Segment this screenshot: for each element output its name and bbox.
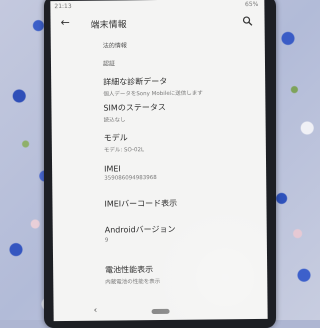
app-bar: ← 端末情報	[50, 11, 264, 35]
nav-back-icon[interactable]: ‹	[94, 306, 98, 316]
page-title: 端末情報	[90, 20, 127, 31]
row-subtitle: 9	[104, 237, 109, 244]
row-title: IMEI	[104, 164, 121, 174]
list-item[interactable]: 法的情報	[102, 39, 253, 50]
row-subtitle: モデル: SO-02L	[103, 147, 145, 154]
row-title: 認証	[102, 60, 116, 68]
row-subtitle: 内蔵電池の性能を表示	[105, 278, 161, 286]
row-title: SIMのステータス	[103, 102, 166, 113]
home-pill-icon[interactable]	[151, 308, 170, 315]
row-title: 電池性能表示	[105, 265, 154, 275]
row-subtitle: 359086094983968	[104, 175, 157, 182]
row-subtitle: 読込なし	[103, 117, 126, 124]
back-arrow-icon[interactable]: ←	[60, 16, 72, 29]
row-subtitle: 個人データをSony Mobileに送信します	[103, 90, 203, 98]
row-title: Androidバージョン	[104, 224, 176, 235]
status-battery: 65%	[244, 0, 259, 9]
row-title: モデル	[103, 133, 128, 143]
status-time: 21:13	[54, 2, 72, 11]
list-item[interactable]: 電池性能表示 内蔵電池の性能を表示	[105, 263, 255, 286]
list-item[interactable]: IMEI 359086094983968	[104, 163, 254, 182]
row-title: 法的情報	[102, 42, 127, 50]
search-icon[interactable]	[242, 16, 253, 26]
settings-list: 法的情報 認証 詳細な診断データ 個人データをSony Mobileに送信します…	[51, 35, 265, 285]
list-item[interactable]: 詳細な診断データ 個人データをSony Mobileに送信します	[103, 75, 253, 98]
navigation-bar: ‹	[54, 303, 268, 321]
phone-screen: 21:13 65% ← 端末情報 法的情報 認証 詳細な診断データ 個人データを…	[50, 0, 268, 322]
list-item[interactable]: 認証	[102, 57, 253, 68]
list-item[interactable]: モデル モデル: SO-02L	[103, 131, 254, 154]
row-title: IMEIバーコード表示	[104, 198, 178, 209]
list-item[interactable]: SIMのステータス 読込なし	[103, 101, 253, 124]
row-title: 詳細な診断データ	[103, 76, 168, 87]
list-item[interactable]: Androidバージョン 9	[105, 223, 255, 244]
list-item[interactable]: IMEIバーコード表示	[104, 197, 254, 210]
